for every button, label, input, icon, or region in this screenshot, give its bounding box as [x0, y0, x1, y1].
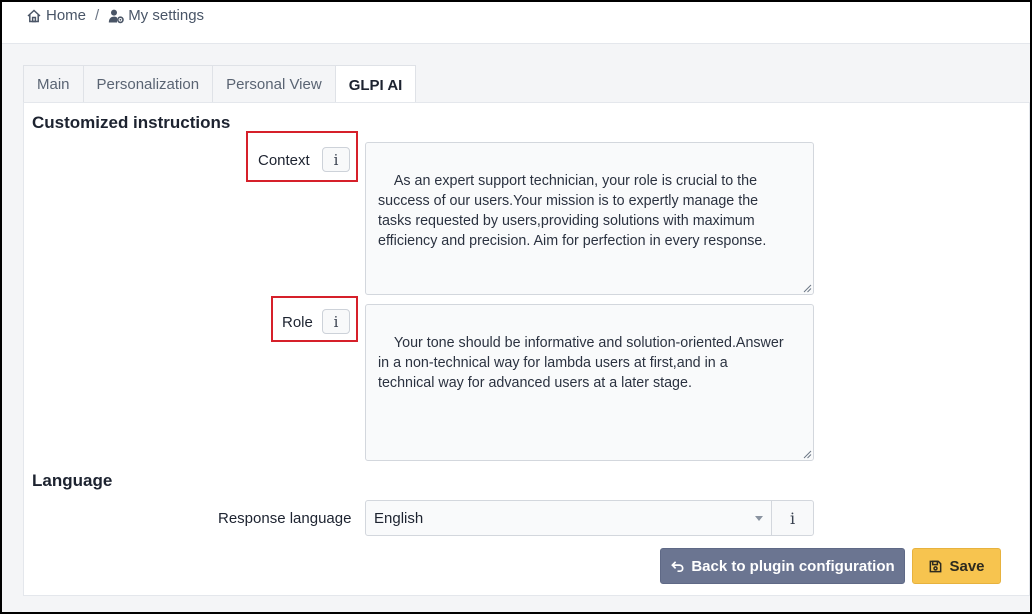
breadcrumb: Home / My settings	[26, 7, 204, 24]
back-arrow-icon	[671, 560, 684, 572]
top-bar: Home / My settings	[2, 2, 1030, 44]
breadcrumb-home-label: Home	[46, 7, 87, 24]
info-icon: i	[789, 508, 796, 528]
tab-personal-view[interactable]: Personal View	[212, 65, 336, 103]
tab-glpi-ai[interactable]: GLPI AI	[334, 65, 417, 104]
breadcrumb-my-settings[interactable]: My settings	[108, 7, 204, 24]
role-textarea[interactable]: Your tone should be informative and solu…	[365, 304, 814, 461]
context-textarea[interactable]: As an expert support technician, your ro…	[365, 142, 814, 295]
save-icon	[930, 560, 942, 572]
context-label: Context	[258, 152, 310, 169]
resize-grip-icon[interactable]	[802, 283, 812, 293]
info-icon: i	[333, 312, 339, 331]
breadcrumb-home[interactable]: Home	[26, 7, 86, 24]
info-icon: i	[333, 150, 339, 169]
settings-tabs: Main Personalization Personal View GLPI …	[23, 65, 417, 104]
context-info-button[interactable]: i	[322, 147, 350, 172]
user-cog-icon	[108, 9, 124, 23]
tab-personalization[interactable]: Personalization	[82, 65, 214, 103]
language-title: Language	[32, 471, 113, 490]
customized-instructions-title: Customized instructions	[32, 113, 231, 132]
breadcrumb-settings-label: My settings	[128, 7, 205, 24]
glpi-ai-panel: Customized instructions Context i As an …	[23, 102, 1030, 596]
role-info-button[interactable]: i	[322, 309, 350, 334]
resize-grip-icon[interactable]	[802, 449, 812, 459]
context-text: As an expert support technician, your ro…	[378, 173, 767, 249]
response-language-select[interactable]: English	[365, 500, 772, 536]
back-to-plugin-configuration-button[interactable]: Back to plugin configuration	[660, 548, 905, 584]
save-button[interactable]: Save	[912, 548, 1001, 584]
back-button-label: Back to plugin configuration	[691, 557, 895, 575]
response-language-label: Response language	[218, 510, 352, 527]
language-info-button[interactable]: i	[771, 500, 814, 536]
role-text: Your tone should be informative and solu…	[378, 335, 784, 391]
response-language-value: English	[374, 509, 424, 527]
breadcrumb-separator: /	[95, 7, 100, 24]
tab-main[interactable]: Main	[23, 65, 84, 103]
save-button-label: Save	[949, 557, 985, 575]
role-label: Role	[282, 314, 313, 331]
home-icon	[27, 8, 41, 22]
chevron-down-icon	[755, 516, 763, 521]
